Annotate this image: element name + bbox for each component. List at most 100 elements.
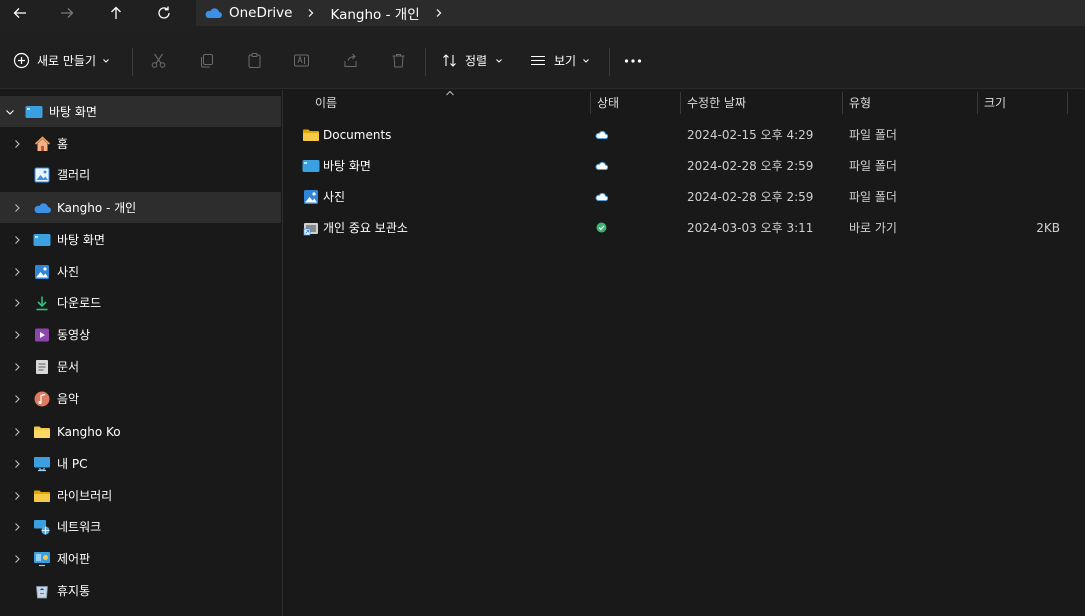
rename-button[interactable]: [293, 32, 310, 89]
pc-icon: [33, 455, 51, 473]
file-type: 파일 폴더: [849, 128, 897, 142]
clipboard-icon: [248, 53, 261, 68]
chevron-right-icon[interactable]: [12, 362, 22, 372]
sort-ascending-icon: [446, 90, 454, 96]
file-row[interactable]: 바탕 화면 2024-02-28 오후 2:59 파일 폴더: [284, 150, 1085, 181]
toolbar-divider: [425, 48, 426, 76]
sidebar-item-desktop[interactable]: 바탕 화면: [0, 224, 281, 255]
sidebar-item-recycle-bin[interactable]: 휴지통: [0, 575, 281, 606]
view-list-icon: [531, 55, 545, 66]
sort-icon: [443, 54, 456, 67]
sidebar-item-network[interactable]: 네트워크: [0, 511, 281, 542]
sidebar-item-label: 바탕 화면: [57, 233, 105, 247]
chevron-right-icon[interactable]: [12, 522, 22, 532]
breadcrumb-chevron-icon[interactable]: [306, 8, 316, 18]
chevron-right-icon[interactable]: [12, 491, 22, 501]
chevron-right-icon[interactable]: [12, 298, 22, 308]
share-button[interactable]: [342, 32, 359, 89]
toolbar-divider: [609, 48, 610, 76]
sidebar-item-desktop-root[interactable]: 바탕 화면: [0, 96, 281, 127]
forward-button[interactable]: [47, 0, 87, 26]
onedrive-cloud-icon: [205, 8, 222, 18]
file-size: [984, 181, 1060, 212]
sidebar-item-label: 네트워크: [57, 520, 102, 534]
desktop-icon: [33, 231, 51, 249]
sidebar-item-videos[interactable]: 동영상: [0, 319, 281, 350]
sidebar-item-label: 내 PC: [57, 457, 88, 471]
cloud-status-icon: [595, 181, 608, 212]
sidebar-item-onedrive-kangho[interactable]: Kangho - 개인: [0, 192, 281, 223]
chevron-right-icon[interactable]: [12, 459, 22, 469]
file-size: [984, 119, 1060, 150]
address-bar[interactable]: OneDrive Kangho - 개인: [196, 0, 1085, 26]
new-button-label: 새로 만들기: [37, 54, 97, 68]
sidebar-item-gallery[interactable]: 갤러리: [0, 159, 281, 190]
column-divider[interactable]: [842, 92, 843, 114]
chevron-right-icon[interactable]: [12, 394, 22, 404]
sidebar-item-documents[interactable]: 문서: [0, 351, 281, 382]
file-size: [984, 150, 1060, 181]
column-header-status[interactable]: 상태: [597, 90, 619, 114]
file-modified: 2024-02-15 오후 4:29: [687, 128, 814, 142]
sidebar-item-label: 라이브러리: [57, 489, 113, 503]
breadcrumb-kangho[interactable]: Kangho - 개인: [330, 0, 419, 26]
file-row[interactable]: 사진 2024-02-28 오후 2:59 파일 폴더: [284, 181, 1085, 212]
chevron-down-icon[interactable]: [5, 107, 15, 117]
column-divider[interactable]: [1067, 92, 1068, 114]
sidebar-item-label: 바탕 화면: [49, 105, 97, 119]
chevron-right-icon[interactable]: [12, 235, 22, 245]
file-row[interactable]: 개인 중요 보관소 2024-03-03 오후 3:11 바로 가기 2KB: [284, 212, 1085, 243]
chevron-right-icon[interactable]: [12, 427, 22, 437]
folder-icon: [33, 423, 51, 441]
sidebar-item-label: 갤러리: [57, 168, 91, 182]
file-row[interactable]: Documents 2024-02-15 오후 4:29 파일 폴더: [284, 119, 1085, 150]
sidebar-item-home[interactable]: 홈: [0, 128, 281, 159]
file-list-pane: 이름 상태 수정한 날짜 유형 크기 Documents 2024-02-15 …: [284, 90, 1085, 616]
delete-button[interactable]: [390, 32, 407, 89]
column-divider[interactable]: [590, 92, 591, 114]
file-type: 바로 가기: [849, 221, 897, 235]
file-modified: 2024-03-03 오후 3:11: [687, 221, 814, 235]
up-button[interactable]: [96, 0, 136, 26]
sidebar-item-pictures[interactable]: 사진: [0, 256, 281, 287]
sidebar-item-user-folder[interactable]: Kangho Ko: [0, 416, 281, 447]
documents-icon: [33, 358, 51, 376]
libraries-icon: [33, 487, 51, 505]
chevron-right-icon[interactable]: [12, 267, 22, 277]
view-button-label: 보기: [554, 54, 577, 68]
chevron-right-icon[interactable]: [12, 203, 22, 213]
sidebar-item-this-pc[interactable]: 내 PC: [0, 448, 281, 479]
copy-button[interactable]: [198, 32, 215, 89]
column-header-type[interactable]: 유형: [849, 90, 871, 114]
sidebar-item-music[interactable]: 음악: [0, 383, 281, 414]
column-header-modified[interactable]: 수정한 날짜: [687, 90, 746, 114]
sort-button[interactable]: 정렬: [441, 32, 503, 89]
view-button[interactable]: 보기: [529, 32, 590, 89]
home-icon: [33, 135, 51, 153]
back-button[interactable]: [0, 0, 40, 26]
more-dots-icon: [624, 58, 642, 63]
sidebar-item-downloads[interactable]: 다운로드: [0, 287, 281, 318]
column-divider[interactable]: [977, 92, 978, 114]
cut-button[interactable]: [150, 32, 167, 89]
breadcrumb-chevron-icon[interactable]: [434, 8, 444, 18]
sidebar-item-control-panel[interactable]: 제어판: [0, 543, 281, 574]
new-button[interactable]: 새로 만들기: [13, 32, 110, 89]
more-options-button[interactable]: [624, 32, 642, 89]
file-name: 개인 중요 보관소: [323, 221, 408, 235]
music-icon: [33, 390, 51, 408]
refresh-button[interactable]: [144, 0, 184, 26]
chevron-down-icon: [583, 58, 589, 63]
paste-button[interactable]: [246, 32, 263, 89]
chevron-right-icon[interactable]: [12, 554, 22, 564]
breadcrumb-onedrive[interactable]: OneDrive: [204, 0, 292, 26]
column-header-size[interactable]: 크기: [984, 90, 1006, 114]
sidebar-item-label: 동영상: [57, 328, 91, 342]
chevron-right-icon[interactable]: [12, 330, 22, 340]
column-divider[interactable]: [680, 92, 681, 114]
sidebar-item-libraries[interactable]: 라이브러리: [0, 480, 281, 511]
recycle-bin-icon: [33, 582, 51, 600]
chevron-right-icon[interactable]: [12, 139, 22, 149]
file-modified: 2024-02-28 오후 2:59: [687, 190, 814, 204]
column-header-name[interactable]: 이름: [315, 90, 337, 114]
